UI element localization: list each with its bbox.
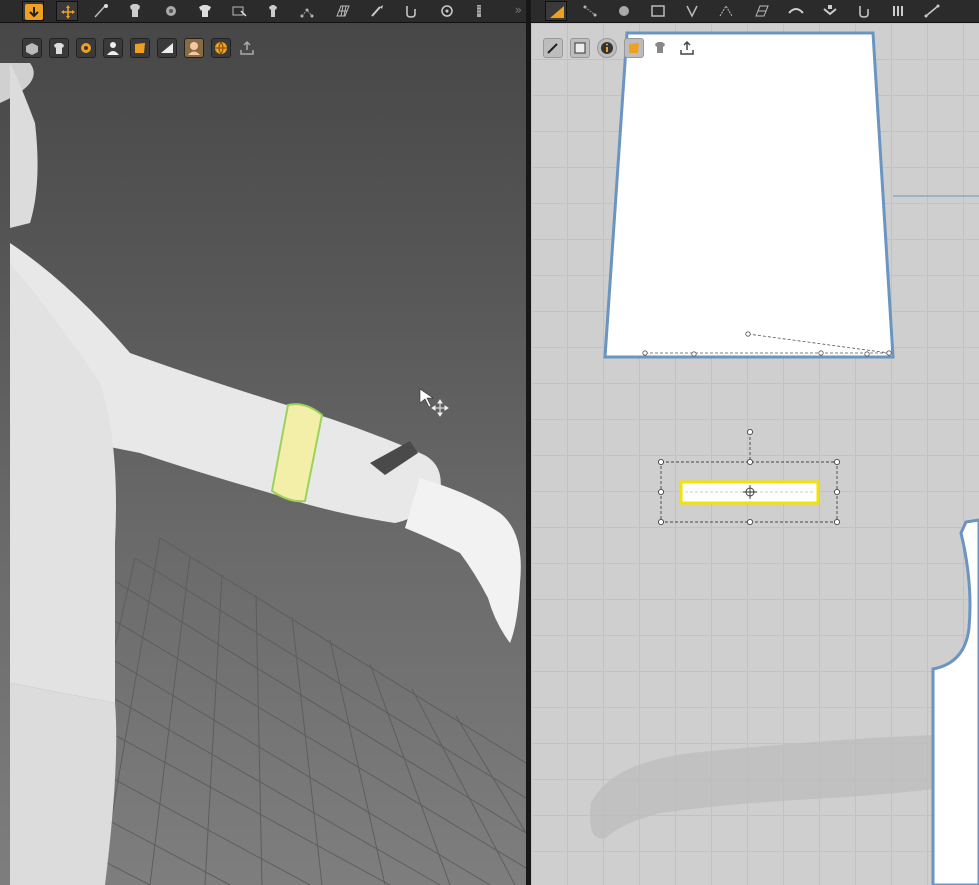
seam-line-icon[interactable] [715,1,737,21]
move-select-icon[interactable] [56,1,78,21]
zipper-tool-icon[interactable] [468,1,490,21]
avatar-dress-icon[interactable] [194,1,216,21]
tack-2d-icon[interactable] [853,1,875,21]
tape-tool-icon[interactable] [400,1,422,21]
pattern-piece-body[interactable] [931,518,979,885]
segment-sew-icon[interactable] [819,1,841,21]
brush-tool-icon[interactable] [366,1,388,21]
pattern-canvas [590,31,979,885]
point-edit-icon[interactable] [296,1,318,21]
viewport-2d[interactable] [531,23,979,885]
pattern-color-icon[interactable] [624,38,644,58]
grid-mesh-icon[interactable] [332,1,354,21]
garment-fold-icon[interactable] [124,1,146,21]
texture-icon[interactable] [76,38,96,58]
scene-3d [0,63,526,885]
mouse-cursor-icon [419,388,434,408]
pin-tool-icon[interactable] [90,1,112,21]
measure-tool-icon[interactable] [921,1,943,21]
arrow-down-icon[interactable] [22,1,44,21]
transform-pattern-icon[interactable] [545,1,567,21]
grid-fabric-icon[interactable] [751,1,773,21]
circle-tool-icon[interactable] [613,1,635,21]
pattern-select-icon[interactable] [570,38,590,58]
fabric-display-icon[interactable] [22,38,42,58]
garment-icon[interactable] [651,38,671,58]
avatar-visibility-icon[interactable] [103,38,123,58]
shirt-arrange-icon[interactable] [262,1,284,21]
avatar-shadow [590,733,979,839]
bounding-box[interactable] [657,428,841,526]
dart-tool-icon[interactable] [681,1,703,21]
garment-visibility-icon[interactable] [49,38,69,58]
toolbar-3d: » [0,0,526,23]
shading-icon[interactable] [157,38,177,58]
pen-tool-icon[interactable] [543,38,563,58]
move-cursor-icon [431,399,449,417]
export-icon[interactable] [678,38,698,58]
info-icon[interactable] [597,38,617,58]
tack-icon[interactable] [160,1,182,21]
sewing-tool-icon[interactable] [785,1,807,21]
selected-band-pattern[interactable] [679,480,820,505]
world-view-icon[interactable] [211,38,231,58]
select-mesh-icon[interactable] [228,1,250,21]
avatar-leg [10,683,117,885]
skin-display-icon[interactable] [184,38,204,58]
rectangle-tool-icon[interactable] [647,1,669,21]
double-chevron-right-icon[interactable]: » [515,3,522,17]
edit-point-icon[interactable] [579,1,601,21]
pattern-piece-sleeve[interactable] [603,31,895,359]
button-tool-icon[interactable] [436,1,458,21]
avatar-hand [405,478,521,643]
toolbar-2d [531,0,979,23]
fold-tool-icon[interactable] [887,1,909,21]
export-icon[interactable] [238,38,258,58]
pattern-color-icon[interactable] [130,38,150,58]
viewport-3d[interactable] [0,23,526,885]
